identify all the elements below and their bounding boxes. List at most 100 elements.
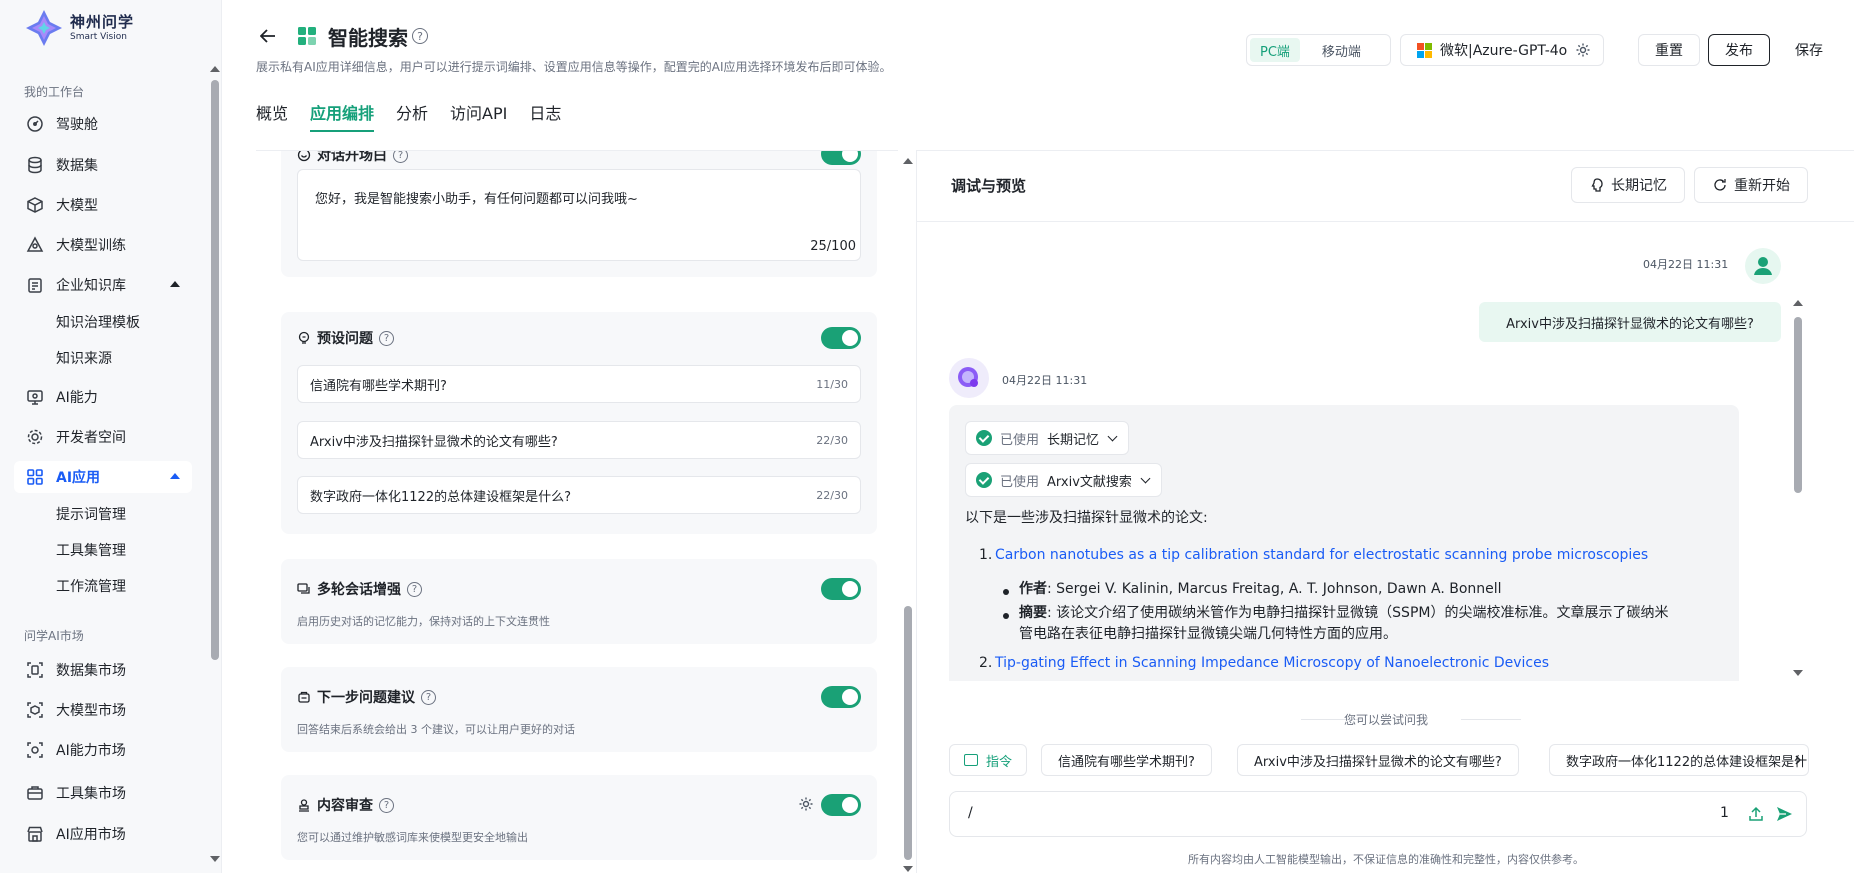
back-button[interactable] <box>256 24 280 48</box>
preset-toggle[interactable] <box>821 327 861 349</box>
config-scroll-down-icon[interactable] <box>903 866 913 872</box>
suggested-question-chip[interactable]: Arxiv中涉及扫描探针显微术的论文有哪些? <box>1237 744 1519 776</box>
opening-toggle[interactable] <box>821 151 861 165</box>
opening-text: 您好，我是智能搜索小助手，有任何问题都可以问我哦~ <box>315 192 638 207</box>
sidebar-scroll-down-icon[interactable] <box>210 856 220 862</box>
tab-overview[interactable]: 概览 <box>256 100 288 130</box>
help-icon[interactable]: ? <box>393 151 408 163</box>
page-subtitle: 展示私有AI应用详细信息，用户可以进行提示词编排、设置应用信息等操作，配置完的A… <box>256 60 892 74</box>
sidebar-item-label: 数据集市场 <box>56 663 126 679</box>
platform-mobile[interactable]: 移动端 <box>1312 38 1371 62</box>
content-review-toggle[interactable] <box>821 794 861 816</box>
help-icon[interactable]: ? <box>379 330 394 346</box>
restart-button[interactable]: 重新开始 <box>1694 167 1808 203</box>
multiturn-toggle[interactable] <box>821 578 861 600</box>
paper-link[interactable]: Carbon nanotubes as a tip calibration st… <box>995 547 1648 563</box>
tab-analysis[interactable]: 分析 <box>396 100 428 130</box>
opening-card: 对话开场白 ? 您好，我是智能搜索小助手，有任何问题都可以问我哦~ 25/100 <box>281 150 877 277</box>
preset-question-input[interactable]: 信通院有哪些学术期刊? 11/30 <box>297 365 861 403</box>
tab-bar: 概览 应用编排 分析 访问API 日志 <box>256 100 583 132</box>
send-icon[interactable] <box>1776 806 1793 822</box>
upload-icon[interactable] <box>1748 806 1764 822</box>
sidebar-item-label: AI应用市场 <box>56 827 126 843</box>
sidebar-item-label: AI应用 <box>56 470 101 486</box>
sidebar-scroll-up-icon[interactable] <box>210 66 220 72</box>
chat-scroll-up-icon[interactable] <box>1793 300 1803 306</box>
publish-button[interactable]: 发布 <box>1708 34 1770 66</box>
help-icon[interactable]: ? <box>407 581 422 597</box>
scan-cube-icon <box>26 701 44 719</box>
platform-pc[interactable]: PC端 <box>1250 38 1300 62</box>
chat-input[interactable]: / 1 <box>949 791 1807 837</box>
tab-logs[interactable]: 日志 <box>529 100 561 130</box>
preset-question-input[interactable]: 数字政府一体化1122的总体建设框架是什么? 22/30 <box>297 476 861 514</box>
sidebar-section-workspace: 我的工作台 <box>24 85 85 99</box>
opening-textarea[interactable]: 您好，我是智能搜索小助手，有任何问题都可以问我哦~ 25/100 <box>297 169 861 261</box>
brain-icon <box>1591 178 1603 192</box>
save-button[interactable]: 保存 <box>1778 34 1840 66</box>
lightbulb-icon <box>298 331 310 344</box>
preset-question-input[interactable]: Arxiv中涉及扫描探针显微术的论文有哪些? 22/30 <box>297 421 861 459</box>
sidebar-item-app-market[interactable]: AI应用市场 <box>14 818 192 850</box>
brand-logo[interactable]: 神州问学 Smart Vision <box>24 8 134 48</box>
sidebar-subitem-workflows[interactable]: 工作流管理 <box>56 576 126 596</box>
opening-title: 对话开场白 <box>317 150 387 164</box>
tab-orchestration[interactable]: 应用编排 <box>310 100 375 132</box>
suggested-question-chip[interactable]: 信通院有哪些学术期刊? <box>1041 744 1212 776</box>
sidebar-item-dataset[interactable]: 数据集 <box>14 149 192 181</box>
content-review-desc: 您可以通过维护敏感词库来使模型更安全地输出 <box>297 831 528 844</box>
sidebar-item-label: AI能力市场 <box>56 743 126 759</box>
settings-icon[interactable] <box>798 796 814 812</box>
chat-input-count: 1 <box>1720 805 1729 821</box>
monitor-icon <box>26 388 44 406</box>
settings-icon[interactable] <box>1575 42 1591 58</box>
suggested-question-chip[interactable]: 数字政府一体化1122的总体建设框架是什么? <box>1549 744 1809 776</box>
long-term-memory-button[interactable]: 长期记忆 <box>1571 167 1685 203</box>
reset-button[interactable]: 重置 <box>1638 34 1700 66</box>
sidebar-item-ai-app[interactable]: AI应用 <box>14 461 192 493</box>
database-icon <box>26 156 44 174</box>
page-title: 智能搜索 <box>328 26 408 50</box>
sidebar-item-ability-market[interactable]: AI能力市场 <box>14 734 192 766</box>
sidebar-item-models[interactable]: 大模型 <box>14 189 192 221</box>
model-selector[interactable]: 微软|Azure-GPT-4o <box>1400 34 1604 66</box>
chat-scroll-down-icon[interactable] <box>1793 670 1803 676</box>
chat-scrollbar[interactable] <box>1794 317 1802 493</box>
command-chip[interactable]: 指令 <box>949 744 1028 776</box>
paper-link[interactable]: Tip-gating Effect in Scanning Impedance … <box>995 655 1549 671</box>
config-scroll-up-icon[interactable] <box>903 158 913 164</box>
next-question-toggle[interactable] <box>821 686 861 708</box>
microsoft-logo-icon <box>1417 42 1432 58</box>
sidebar-item-model-market[interactable]: 大模型市场 <box>14 694 192 726</box>
help-icon[interactable]: ? <box>412 28 428 44</box>
config-scrollbar[interactable] <box>904 606 912 860</box>
tool-usage-memory[interactable]: 已使用 长期记忆 <box>965 421 1130 455</box>
sidebar-item-ai-ability[interactable]: AI能力 <box>14 381 192 413</box>
multiturn-title: 多轮会话增强 <box>317 582 401 598</box>
sidebar-item-label: 开发者空间 <box>56 430 126 446</box>
content-review-title: 内容审查 <box>317 798 373 814</box>
chat-area: 04月22日 11:31 Arxiv中涉及扫描探针显微术的论文有哪些? 04月2… <box>917 221 1854 681</box>
tool-usage-arxiv[interactable]: 已使用 Arxiv文献搜索 <box>965 463 1162 497</box>
sidebar-scrollbar[interactable] <box>211 80 219 660</box>
sidebar-subitem-knowledge-template[interactable]: 知识治理模板 <box>56 312 140 332</box>
sidebar-subitem-toolsets[interactable]: 工具集管理 <box>56 540 126 560</box>
bullet <box>1003 589 1009 595</box>
sidebar-item-knowledge-base[interactable]: 企业知识库 <box>14 269 192 301</box>
sidebar-item-label: 大模型 <box>56 198 98 214</box>
sidebar-item-dev-space[interactable]: 开发者空间 <box>14 421 192 453</box>
help-icon[interactable]: ? <box>421 689 436 705</box>
sidebar-subitem-prompts[interactable]: 提示词管理 <box>56 504 126 524</box>
chevron-right-icon[interactable] <box>1794 755 1802 765</box>
sidebar-item-cockpit[interactable]: 驾驶舱 <box>14 108 192 140</box>
sidebar-item-toolset-market[interactable]: 工具集市场 <box>14 777 192 809</box>
tab-api[interactable]: 访问API <box>450 100 507 130</box>
preview-panel: 调试与预览 长期记忆 重新开始 04月22日 11:31 Arxiv中涉及扫描探… <box>916 150 1854 873</box>
sidebar-item-dataset-market[interactable]: 数据集市场 <box>14 654 192 686</box>
chat-bubble-icon <box>297 151 311 162</box>
sidebar-subitem-knowledge-source[interactable]: 知识来源 <box>56 348 112 368</box>
help-icon[interactable]: ? <box>379 797 394 813</box>
sidebar-item-label: AI能力 <box>56 390 98 406</box>
sidebar-item-training[interactable]: 大模型训练 <box>14 229 192 261</box>
bot-message: 已使用 长期记忆 已使用 Arxiv文献搜索 以下是一些涉及扫描探针显微术的论文… <box>949 405 1739 681</box>
